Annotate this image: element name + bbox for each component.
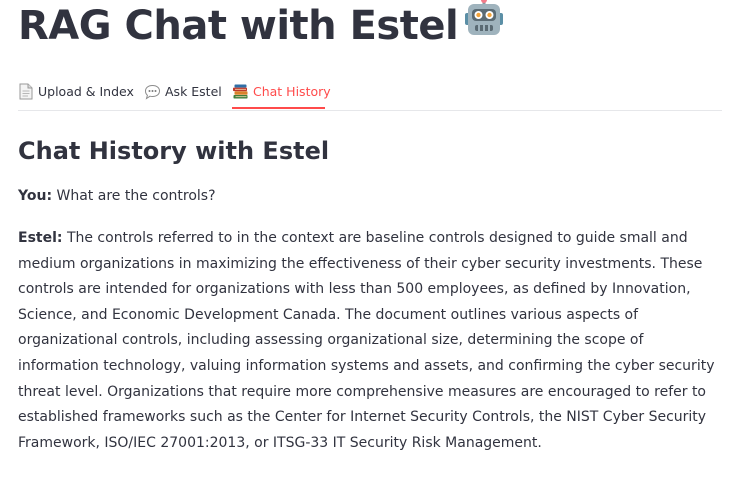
tab-ask-estel[interactable]: Ask Estel	[144, 74, 222, 109]
app-title-text: RAG Chat with Estel	[18, 3, 459, 49]
tab-ask-estel-label: Ask Estel	[165, 84, 222, 99]
tab-bar: Upload & Index Ask Estel Chat History	[18, 74, 722, 111]
robot-icon	[464, 0, 504, 52]
message-text: What are the controls?	[56, 188, 216, 204]
app-title: RAG Chat with Estel	[18, 0, 504, 56]
active-tab-indicator	[232, 107, 325, 109]
speech-bubble-icon	[144, 84, 161, 100]
page-icon	[18, 83, 34, 100]
tab-upload-index[interactable]: Upload & Index	[18, 74, 134, 109]
speaker-label: You:	[18, 188, 53, 204]
tab-upload-index-label: Upload & Index	[38, 84, 134, 99]
speaker-label: Estel:	[18, 230, 63, 246]
tab-chat-history-label: Chat History	[253, 84, 331, 99]
tab-chat-history[interactable]: Chat History	[232, 74, 331, 109]
section-title: Chat History with Estel	[18, 137, 330, 165]
books-icon	[232, 84, 249, 100]
message-text: The controls referred to in the context …	[18, 230, 715, 451]
chat-message-user: You: What are the controls?	[18, 184, 722, 210]
chat-message-estel: Estel: The controls referred to in the c…	[18, 226, 722, 456]
